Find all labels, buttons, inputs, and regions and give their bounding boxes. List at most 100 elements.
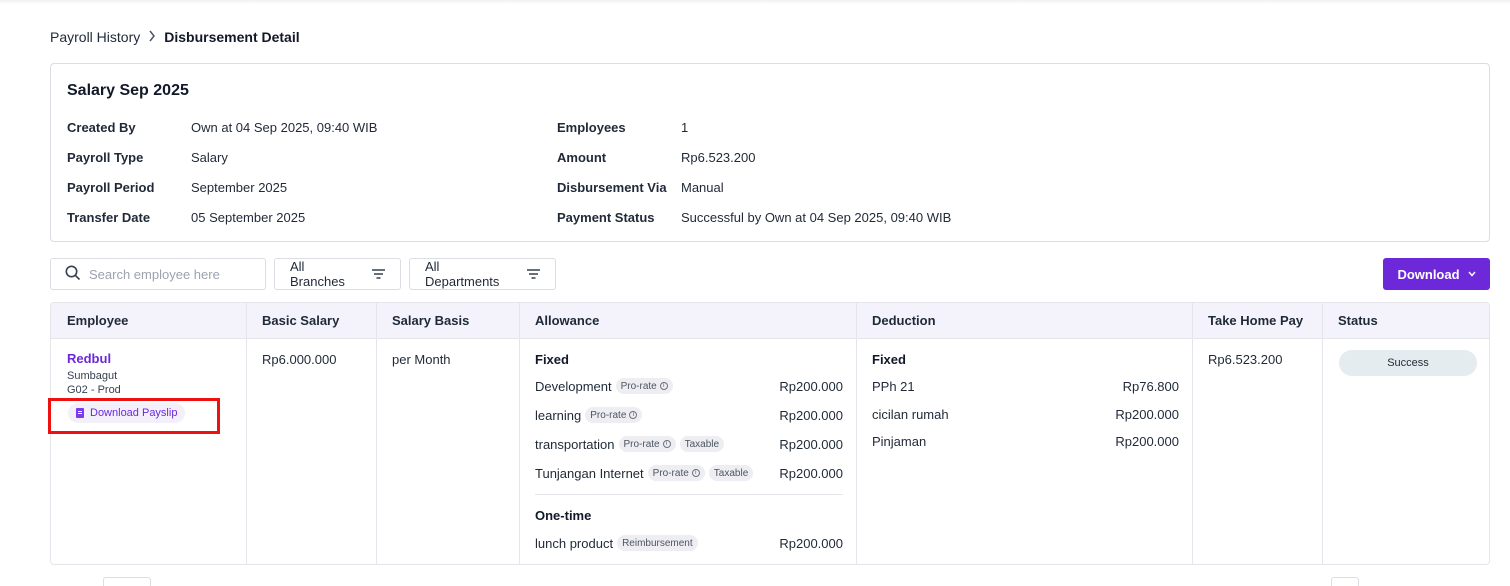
employee-department: G02 - Prod (67, 384, 121, 396)
summary-label: Created By (67, 120, 136, 135)
breadcrumb: Payroll History Disbursement Detail (50, 28, 300, 46)
branches-filter-label: All Branches (290, 259, 345, 289)
tag-pro-rate: Pro-rate i (585, 407, 643, 423)
summary-label: Payroll Period (67, 180, 155, 195)
header-employee: Employee (67, 313, 129, 328)
deduction-name: Pinjaman (872, 434, 927, 449)
tag-label: Pro-rate (623, 438, 660, 450)
tag-label: Pro-rate (652, 467, 689, 479)
summary-payroll-type: Payroll Type Salary (67, 150, 228, 165)
header-take-home-pay: Take Home Pay (1208, 313, 1304, 328)
summary-label: Disbursement Via (557, 180, 667, 195)
info-icon: i (662, 440, 671, 448)
column-divider (519, 303, 520, 564)
filter-icon (372, 267, 385, 282)
salary-basis-value: per Month (392, 352, 451, 367)
allowance-name: transportation (535, 436, 615, 452)
summary-amount: Amount Rp6.523.200 (557, 150, 755, 165)
summary-payment-status: Payment Status Successful by Own at 04 S… (557, 210, 951, 225)
header-basic-salary: Basic Salary (262, 313, 340, 328)
allowance-item: Development Pro-rate i (535, 378, 673, 394)
highlight-box (48, 398, 220, 434)
allowance-name: learning (535, 407, 582, 423)
tag-pro-rate: Pro-rate i (615, 378, 673, 394)
allowance-item: learning Pro-rate i (535, 407, 643, 423)
deduction-fixed-title: Fixed (872, 352, 906, 367)
header-salary-basis: Salary Basis (392, 313, 470, 328)
summary-label: Transfer Date (67, 210, 151, 225)
tag-pro-rate: Pro-rate i (647, 465, 705, 481)
breadcrumb-payroll-history[interactable]: Payroll History (50, 29, 140, 45)
download-label: Download (1397, 266, 1460, 282)
employee-name-link[interactable]: Redbul (67, 351, 111, 366)
summary-label: Amount (557, 150, 607, 165)
page-size-select[interactable] (103, 577, 151, 586)
header-status: Status (1338, 313, 1378, 328)
summary-value: Successful by Own at 04 Sep 2025, 09:40 … (681, 210, 952, 225)
tag-label: Pro-rate (590, 409, 627, 421)
allowance-onetime-title: One-time (535, 508, 592, 523)
departments-filter-button[interactable]: All Departments (409, 258, 556, 290)
departments-filter-label: All Departments (425, 259, 500, 289)
allowance-fixed-title: Fixed (535, 352, 569, 367)
summary-value: September 2025 (191, 180, 288, 195)
info-icon: i (691, 469, 700, 477)
summary-employees: Employees 1 (557, 120, 688, 135)
header-deduction: Deduction (872, 313, 936, 328)
allowance-item: Tunjangan Internet Pro-rate i Taxable (535, 465, 754, 481)
allowance-value: Rp200.000 (779, 466, 843, 481)
tag-taxable: Taxable (708, 465, 754, 481)
column-divider (1192, 303, 1193, 564)
deduction-name: cicilan rumah (872, 407, 949, 422)
tag-reimbursement: Reimbursement (617, 535, 698, 551)
download-button[interactable]: Download (1383, 258, 1490, 290)
search-icon (65, 265, 81, 284)
tag-taxable: Taxable (679, 436, 725, 452)
search-input[interactable] (89, 266, 249, 282)
column-divider (246, 303, 247, 564)
take-home-pay-value: Rp6.523.200 (1208, 352, 1283, 367)
allowance-value: Rp200.000 (779, 437, 843, 452)
summary-transfer-date: Transfer Date 05 September 2025 (67, 210, 305, 225)
summary-label: Payment Status (557, 210, 655, 225)
pagination-button[interactable] (1331, 577, 1359, 586)
summary-value: Manual (681, 180, 724, 195)
allowance-item: lunch product Reimbursement (535, 535, 698, 551)
deduction-value: Rp76.800 (1122, 379, 1179, 394)
chevron-right-icon (148, 29, 156, 45)
payroll-table: Employee Basic Salary Salary Basis Allow… (50, 302, 1490, 565)
column-divider (1322, 303, 1323, 564)
summary-value: Salary (191, 150, 228, 165)
allowance-name: Development (535, 378, 612, 394)
branches-filter-button[interactable]: All Branches (274, 258, 401, 290)
summary-label: Employees (557, 120, 626, 135)
employee-branch: Sumbagut (67, 370, 118, 382)
breadcrumb-current: Disbursement Detail (164, 29, 300, 45)
allowance-name: lunch product (535, 535, 614, 551)
info-icon: i (629, 411, 638, 419)
tag-pro-rate: Pro-rate i (618, 436, 676, 452)
column-divider (856, 303, 857, 564)
table-header: Employee Basic Salary Salary Basis Allow… (51, 303, 1489, 339)
summary-payroll-period: Payroll Period September 2025 (67, 180, 287, 195)
summary-value: 05 September 2025 (191, 210, 306, 225)
summary-value: Own at 04 Sep 2025, 09:40 WIB (191, 120, 378, 135)
header-allowance: Allowance (535, 313, 600, 328)
chevron-down-icon (1468, 269, 1476, 279)
top-shadow (0, 0, 1510, 4)
allowance-name: Tunjangan Internet (535, 465, 644, 481)
allowance-value: Rp200.000 (779, 379, 843, 394)
summary-value: 1 (681, 120, 689, 135)
deduction-name: PPh 21 (872, 379, 915, 394)
summary-card: Salary Sep 2025 Created By Own at 04 Sep… (50, 63, 1490, 242)
deduction-value: Rp200.000 (1115, 434, 1179, 449)
info-icon: i (659, 382, 668, 390)
deduction-value: Rp200.000 (1115, 407, 1179, 422)
summary-created-by: Created By Own at 04 Sep 2025, 09:40 WIB (67, 120, 377, 135)
tag-label: Pro-rate (620, 380, 657, 392)
summary-label: Payroll Type (67, 150, 144, 165)
summary-title: Salary Sep 2025 (67, 82, 189, 99)
basic-salary-value: Rp6.000.000 (262, 352, 337, 367)
search-box[interactable] (50, 258, 266, 290)
status-badge: Success (1339, 350, 1477, 376)
